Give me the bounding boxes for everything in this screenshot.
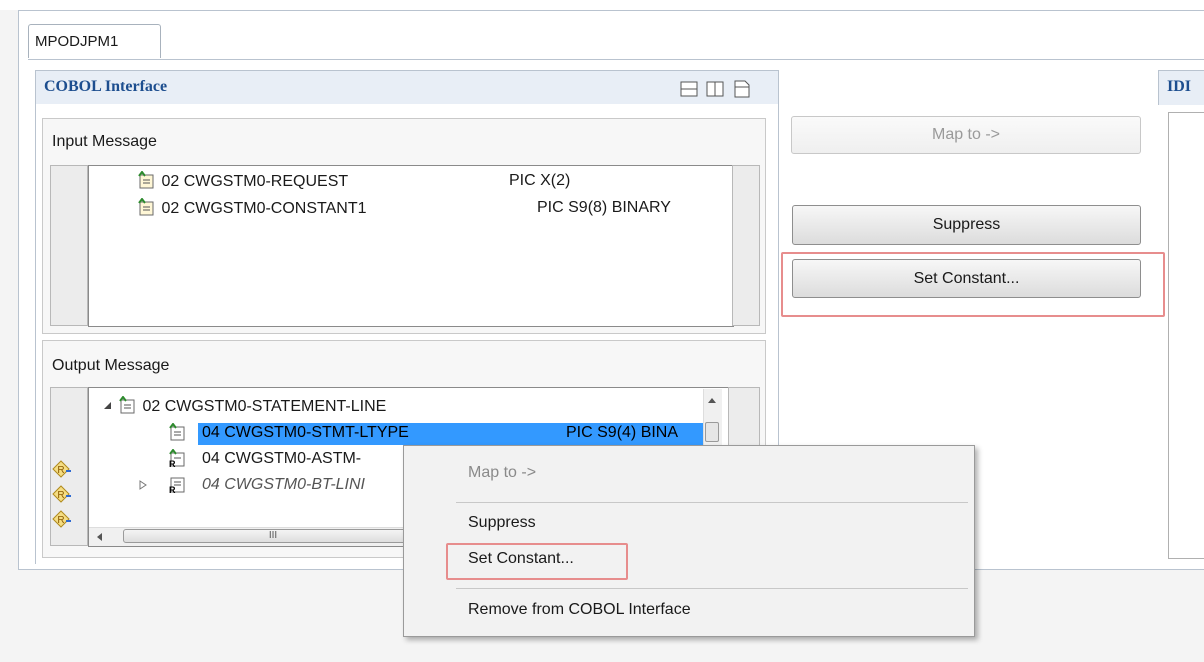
group-field-icon (119, 396, 135, 414)
input-tree-gutter (50, 165, 88, 326)
input-tree-scroll-gutter (732, 165, 760, 326)
mapping-icon: R (52, 460, 71, 478)
idl-interface-panel (1168, 112, 1204, 559)
tab-bar (28, 24, 1204, 60)
menu-item-suppress[interactable]: Suppress (468, 514, 536, 532)
svg-text:R: R (57, 490, 64, 501)
menu-separator (456, 588, 968, 589)
scroll-left-icon[interactable] (95, 532, 103, 542)
context-menu: Map to -> Suppress Set Constant... Remov… (403, 445, 975, 637)
set-constant-button[interactable]: Set Constant... (792, 259, 1141, 298)
redefine-group-icon: R (169, 477, 185, 493)
suppress-button[interactable]: Suppress (792, 205, 1141, 245)
field-pic: PIC S9(4) BINA (566, 424, 679, 441)
field-icon (138, 171, 154, 189)
idl-interface-title: IDI (1167, 78, 1192, 95)
field-name[interactable]: 04 CWGSTM0-ASTM- (202, 450, 361, 468)
tree-row[interactable]: 02 CWGSTM0-STATEMENT-LINE (118, 396, 386, 416)
vertical-scroll-thumb[interactable] (705, 422, 719, 442)
single-page-icon[interactable] (733, 80, 751, 98)
svg-text:R: R (169, 459, 176, 467)
svg-text:R: R (57, 465, 64, 476)
mapping-icon: R (52, 485, 71, 503)
svg-text:R: R (57, 515, 64, 526)
menu-item-map-to[interactable]: Map to -> (468, 464, 536, 482)
map-to-button[interactable]: Map to -> (791, 116, 1141, 154)
tree-row[interactable]: 02 CWGSTM0-CONSTANT1 (137, 198, 367, 218)
vertical-layout-icon[interactable] (706, 81, 724, 97)
top-strip (0, 0, 1204, 10)
horizontal-layout-icon[interactable] (680, 81, 698, 97)
field-name[interactable]: 04 CWGSTM0-BT-LINI (202, 476, 404, 494)
idl-interface-header: IDI (1158, 70, 1204, 105)
menu-item-set-constant[interactable]: Set Constant... (468, 550, 574, 568)
mapping-icon: R (52, 510, 71, 528)
cobol-interface-header: COBOL Interface (35, 70, 779, 105)
field-icon (138, 198, 154, 216)
tree-row[interactable]: 02 CWGSTM0-REQUEST (137, 171, 348, 191)
menu-separator (456, 502, 968, 503)
redefine-field-icon: R (169, 449, 185, 467)
collapse-arrow-icon[interactable] (103, 401, 113, 411)
svg-text:R: R (169, 485, 176, 493)
field-name[interactable]: 04 CWGSTM0-STMT-LTYPE (202, 424, 409, 442)
field-name: 02 CWGSTM0-CONSTANT1 (161, 200, 367, 217)
cobol-interface-title: COBOL Interface (44, 78, 168, 95)
tab-mpodjpm1[interactable]: MPODJPM1 (28, 24, 161, 58)
output-message-label: Output Message (52, 357, 170, 374)
field-pic: PIC X(2) (509, 172, 571, 189)
field-pic: PIC S9(8) BINARY (537, 199, 671, 216)
input-message-label: Input Message (52, 133, 157, 150)
menu-item-remove[interactable]: Remove from COBOL Interface (468, 601, 691, 619)
field-name: 02 CWGSTM0-STATEMENT-LINE (142, 398, 387, 415)
horizontal-scroll-thumb[interactable]: III (123, 529, 423, 543)
scroll-up-icon[interactable] (707, 396, 717, 404)
expand-arrow-icon[interactable] (138, 480, 148, 490)
field-name: 02 CWGSTM0-REQUEST (161, 173, 349, 190)
field-icon (169, 423, 185, 441)
